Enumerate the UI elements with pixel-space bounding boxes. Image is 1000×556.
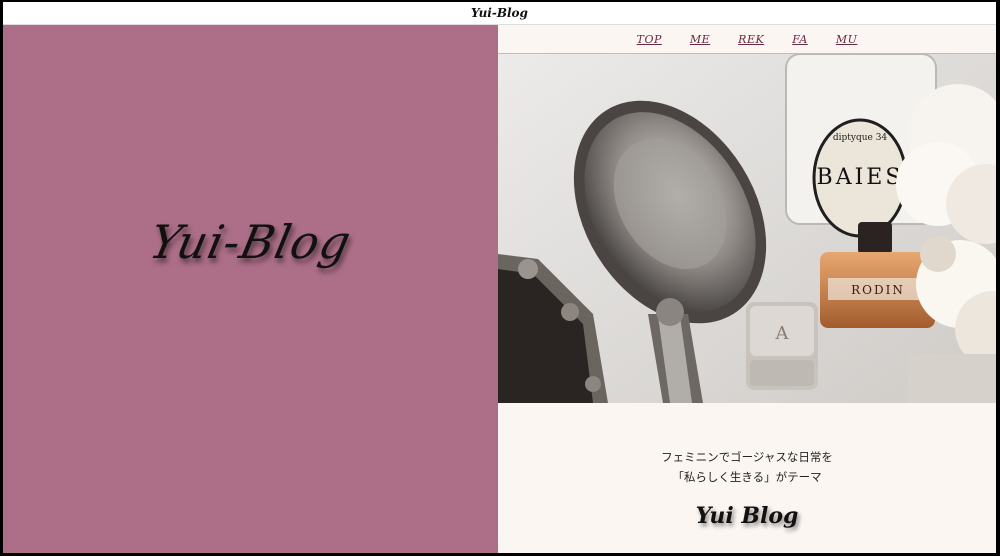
tagline-line-1: フェミニンでゴージャスな日常を xyxy=(661,450,833,464)
left-hero-panel: Yui-Blog xyxy=(3,25,498,553)
blog-name: Yui Blog xyxy=(695,503,799,529)
nav-item-rek[interactable]: REK xyxy=(738,33,764,46)
box-letter: A xyxy=(775,323,790,344)
right-content-panel: TOP ME REK FA MU A diptyque 34 BAIES ROD… xyxy=(498,25,996,553)
ring-box: A xyxy=(746,302,818,390)
candle-label-main: BAIES xyxy=(817,165,904,190)
perfume-label: RODIN xyxy=(851,283,905,297)
window-title: Yui-Blog xyxy=(471,6,528,20)
candle-label-top: diptyque 34 xyxy=(833,133,888,143)
hero-illustration: A diptyque 34 BAIES RODIN xyxy=(498,54,996,403)
browser-frame: Yui-Blog Yui-Blog TOP ME REK FA MU A dip… xyxy=(3,2,996,553)
main-nav: TOP ME REK FA MU xyxy=(498,25,996,54)
tagline: フェミニンでゴージャスな日常を 「私らしく生きる」がテーマ xyxy=(498,447,996,487)
nav-item-top[interactable]: TOP xyxy=(637,33,662,46)
nav-item-me[interactable]: ME xyxy=(690,33,710,46)
site-logo[interactable]: Yui-Blog xyxy=(3,215,504,269)
nav-item-mu[interactable]: MU xyxy=(836,33,858,46)
tagline-line-2: 「私らしく生きる」がテーマ xyxy=(672,470,822,484)
nav-item-fa[interactable]: FA xyxy=(792,33,808,46)
window-titlebar: Yui-Blog xyxy=(3,2,996,25)
hero-photo: A diptyque 34 BAIES RODIN xyxy=(498,54,996,403)
